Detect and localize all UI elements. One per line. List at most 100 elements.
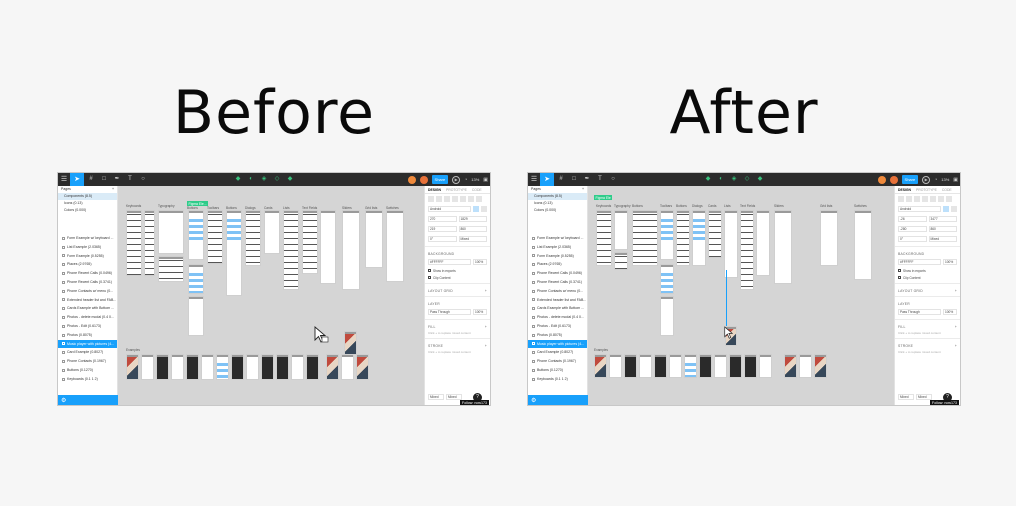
layer-row[interactable]: Card Example (0.8027) xyxy=(528,348,587,357)
canvas-frame[interactable] xyxy=(188,264,204,294)
tab-code[interactable]: CODE xyxy=(472,186,482,193)
canvas-frame[interactable] xyxy=(342,210,360,290)
canvas-frame[interactable] xyxy=(320,210,336,284)
canvas-frame[interactable] xyxy=(784,354,797,378)
canvas-frame[interactable] xyxy=(207,210,223,264)
h-field[interactable]: 860 xyxy=(928,226,957,232)
move-tool-icon[interactable]: ➤ xyxy=(70,173,84,186)
y-field[interactable]: -280 xyxy=(898,226,927,232)
canvas-frame[interactable] xyxy=(660,296,674,336)
landscape-icon[interactable] xyxy=(481,206,487,212)
canvas-frame[interactable] xyxy=(639,354,652,378)
canvas-frame[interactable] xyxy=(699,354,712,378)
layer-row[interactable]: Photos - Edit (0.6173) xyxy=(58,322,117,331)
portrait-icon[interactable] xyxy=(943,206,949,212)
align-icon[interactable] xyxy=(428,196,434,202)
page-item[interactable]: Colors (0.000) xyxy=(58,207,117,214)
page-item[interactable]: Components (8.5) xyxy=(528,193,587,200)
layer-row-selected[interactable]: Music player with pictures (4... xyxy=(528,339,587,349)
align-icon[interactable] xyxy=(914,196,920,202)
layout-icon[interactable]: ▣ xyxy=(953,177,958,183)
canvas-frame[interactable] xyxy=(708,210,722,258)
canvas-frame[interactable] xyxy=(676,210,690,266)
align-icon[interactable] xyxy=(468,196,474,202)
layer-opacity-field[interactable]: 100% xyxy=(943,309,957,315)
canvas-frame[interactable] xyxy=(774,210,792,284)
mask-icon[interactable]: ◐ xyxy=(717,173,725,186)
dragged-frame[interactable] xyxy=(344,331,357,355)
pen-tool-icon[interactable]: ✒ xyxy=(112,173,122,186)
mask-icon[interactable]: ◐ xyxy=(247,173,255,186)
blend-mode-select[interactable]: Pass Through xyxy=(898,309,941,315)
canvas-frame[interactable] xyxy=(216,354,229,380)
pages-header[interactable]: Pages + xyxy=(528,186,587,193)
layer-row[interactable]: Photos - delete modal (0.4 0... xyxy=(58,313,117,322)
layer-row[interactable]: Phone Recent Calls (0.3741) xyxy=(58,278,117,287)
show-in-exports-checkbox[interactable]: Show in exports xyxy=(895,267,960,274)
layer-row[interactable]: Phone Contacts w/ menu (0... xyxy=(528,287,587,296)
blend-mode-select[interactable]: Pass Through xyxy=(428,309,471,315)
tab-design[interactable]: DESIGN xyxy=(428,186,441,193)
shape-tool-icon[interactable]: □ xyxy=(99,173,109,186)
canvas-frame[interactable] xyxy=(684,354,697,378)
move-tool-icon[interactable]: ➤ xyxy=(540,173,554,186)
canvas-frame[interactable] xyxy=(724,210,738,278)
canvas-frame[interactable] xyxy=(714,354,727,378)
canvas-frame[interactable] xyxy=(759,354,772,378)
w-field[interactable]: 3477 xyxy=(928,216,957,222)
canvas-frame[interactable] xyxy=(594,354,607,378)
avatar[interactable] xyxy=(407,175,416,184)
canvas-frame[interactable] xyxy=(609,354,622,378)
layer-row[interactable]: Keyboards (0.1 1 2) xyxy=(58,375,117,384)
layer-row[interactable]: Phone Contacts w/ menu (0... xyxy=(58,287,117,296)
left-panel-footer[interactable]: ⚙ xyxy=(58,395,118,405)
align-icon[interactable] xyxy=(938,196,944,202)
menu-icon[interactable]: ☰ xyxy=(58,173,70,186)
canvas-frame[interactable] xyxy=(291,354,304,380)
canvas-frame[interactable] xyxy=(365,210,383,268)
canvas-frame[interactable] xyxy=(201,354,214,380)
canvas-frame[interactable] xyxy=(156,354,169,380)
tab-prototype[interactable]: PROTOTYPE xyxy=(916,186,937,193)
clip-content-checkbox[interactable]: Clip Content xyxy=(895,274,960,281)
avatar[interactable] xyxy=(419,175,428,184)
page-item[interactable]: Components (8.5) xyxy=(58,193,117,200)
device-select[interactable]: Android xyxy=(898,206,941,212)
rotation-field[interactable]: 0° xyxy=(898,236,927,242)
pages-header[interactable]: Pages + xyxy=(58,186,117,193)
align-icon[interactable] xyxy=(930,196,936,202)
layer-row[interactable]: Phone Recent Calls (0.0496) xyxy=(528,269,587,278)
zoom-level[interactable]: 13% xyxy=(941,177,949,182)
canvas-frame[interactable] xyxy=(261,354,274,380)
canvas-frame[interactable] xyxy=(854,210,872,280)
canvas-frame[interactable] xyxy=(744,354,757,378)
layer-row[interactable]: Phone Contacts (0.1967) xyxy=(58,357,117,366)
layer-row[interactable]: Places (2.9765) xyxy=(58,260,117,269)
background-opacity-field[interactable]: 100% xyxy=(473,259,487,265)
layer-row[interactable]: Phone Contacts (0.1967) xyxy=(528,357,587,366)
settings-icon[interactable]: ⚙ xyxy=(61,397,66,404)
left-panel-footer[interactable]: ⚙ xyxy=(528,395,588,405)
canvas[interactable]: Keyboards Typography Figma Ele... Button… xyxy=(118,186,426,405)
radius-field[interactable]: Mixed xyxy=(458,236,487,242)
canvas-frame[interactable] xyxy=(614,252,628,270)
canvas-frame[interactable] xyxy=(692,210,706,266)
canvas-frame[interactable] xyxy=(356,354,369,380)
landscape-icon[interactable] xyxy=(951,206,957,212)
layer-row[interactable]: Photos - delete modal (0.4 0... xyxy=(528,313,587,322)
distribute-icon[interactable] xyxy=(946,196,952,202)
align-icon[interactable] xyxy=(898,196,904,202)
w-field[interactable]: 1829 xyxy=(458,216,487,222)
canvas-frame[interactable] xyxy=(386,210,404,282)
canvas-frame[interactable] xyxy=(245,210,261,266)
component-icon[interactable]: ◆ xyxy=(234,173,242,186)
canvas-frame[interactable] xyxy=(302,210,318,274)
canvas-frame[interactable] xyxy=(756,210,770,276)
export-select[interactable]: Mixed xyxy=(898,394,914,400)
canvas-frame[interactable] xyxy=(231,354,244,380)
section-stroke[interactable]: Stroke + xyxy=(895,341,960,349)
align-icon[interactable] xyxy=(436,196,442,202)
align-icon[interactable] xyxy=(452,196,458,202)
page-item[interactable]: Icons (0.13) xyxy=(528,200,587,207)
shape-tool-icon[interactable]: □ xyxy=(569,173,579,186)
